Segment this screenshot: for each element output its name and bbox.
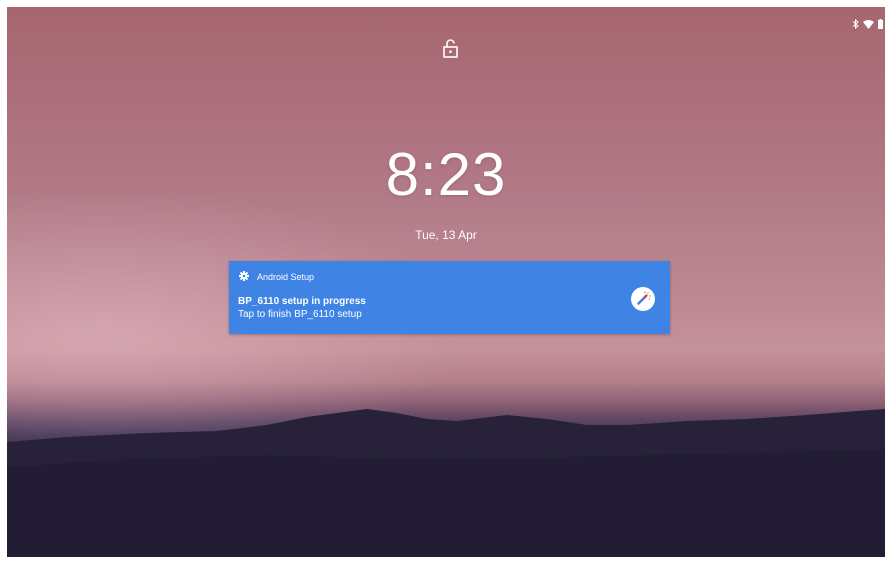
notification-text: Tap to finish BP_6110 setup <box>238 309 362 320</box>
lock-screen: 8:23 Tue, 13 Apr Android Setup BP_6110 s… <box>7 7 885 557</box>
wifi-icon <box>863 19 874 29</box>
clock-time: 8:23 <box>385 141 507 208</box>
status-bar <box>852 19 883 29</box>
unlocked-padlock-icon[interactable] <box>443 39 458 63</box>
notification-app-name: Android Setup <box>257 272 315 282</box>
mountain-silhouette <box>7 409 885 557</box>
notification-header: Android Setup <box>239 271 314 283</box>
battery-icon <box>878 19 883 29</box>
clock-date: Tue, 13 Apr <box>415 228 477 242</box>
setup-notification[interactable]: Android Setup BP_6110 setup in progress … <box>229 261 670 334</box>
notification-title: BP_6110 setup in progress <box>238 296 366 307</box>
bluetooth-icon <box>852 19 859 29</box>
gear-icon <box>239 271 249 283</box>
magic-wand-icon <box>631 287 655 311</box>
